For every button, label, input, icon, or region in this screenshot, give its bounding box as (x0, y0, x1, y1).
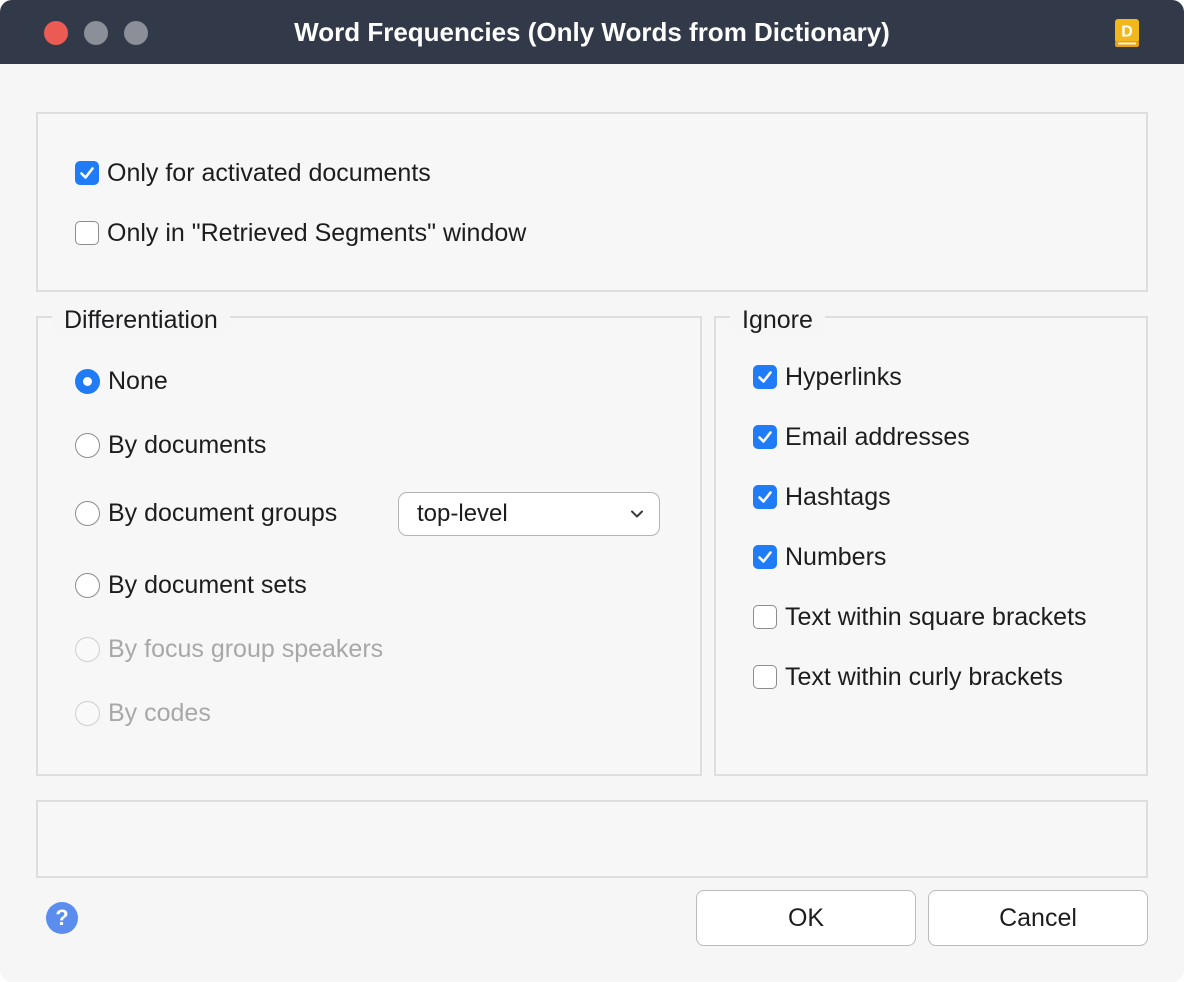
ignore-checkbox-email[interactable] (753, 425, 777, 449)
diff-label-documents: By documents (108, 430, 267, 459)
diff-option-documents[interactable]: By documents (75, 430, 266, 460)
diff-label-none: None (108, 366, 168, 395)
ignore-legend: Ignore (730, 306, 825, 334)
only-retrieved-option[interactable]: Only in "Retrieved Segments" window (75, 218, 526, 248)
ignore-checkbox-curly-brackets[interactable] (753, 665, 777, 689)
diff-radio-codes (75, 700, 100, 726)
dictionary-book-icon: D (1115, 19, 1139, 47)
help-button[interactable]: ? (46, 902, 78, 934)
only-retrieved-checkbox[interactable] (75, 221, 99, 245)
ignore-label-email: Email addresses (785, 422, 970, 451)
ignore-label-hashtags: Hashtags (785, 482, 891, 511)
app-icon-letter: D (1121, 24, 1133, 41)
diff-option-codes: By codes (75, 698, 211, 728)
ignore-option-square-brackets[interactable]: Text within square brackets (753, 602, 1087, 632)
diff-option-focus-group-speakers: By focus group speakers (75, 634, 383, 664)
diff-radio-none[interactable] (75, 368, 100, 394)
ignore-option-hyperlinks[interactable]: Hyperlinks (753, 362, 902, 392)
ok-button[interactable]: OK (696, 890, 916, 946)
diff-radio-focus-group-speakers (75, 636, 100, 662)
ignore-option-email[interactable]: Email addresses (753, 422, 970, 452)
ignore-label-numbers: Numbers (785, 542, 887, 571)
ignore-label-curly-brackets: Text within curly brackets (785, 662, 1063, 691)
diff-label-document-sets: By document sets (108, 570, 307, 599)
ignore-checkbox-hashtags[interactable] (753, 485, 777, 509)
only-activated-label: Only for activated documents (107, 158, 431, 187)
dialog-window: Word Frequencies (Only Words from Dictio… (0, 0, 1184, 982)
diff-option-document-groups[interactable]: By document groups (75, 498, 337, 528)
ignore-option-hashtags[interactable]: Hashtags (753, 482, 891, 512)
title-bar: Word Frequencies (Only Words from Dictio… (0, 0, 1184, 64)
differentiation-legend: Differentiation (52, 306, 230, 334)
ignore-option-numbers[interactable]: Numbers (753, 542, 886, 572)
diff-option-none[interactable]: None (75, 366, 168, 396)
only-activated-checkbox[interactable] (75, 161, 99, 185)
diff-radio-document-sets[interactable] (75, 572, 100, 598)
group-level-value: top-level (417, 500, 508, 527)
message-area (36, 800, 1148, 878)
diff-label-document-groups: By document groups (108, 498, 338, 527)
chevron-down-icon (631, 510, 643, 518)
cancel-button[interactable]: Cancel (928, 890, 1148, 946)
ignore-label-square-brackets: Text within square brackets (785, 602, 1087, 631)
ignore-checkbox-numbers[interactable] (753, 545, 777, 569)
ignore-checkbox-square-brackets[interactable] (753, 605, 777, 629)
ignore-option-curly-brackets[interactable]: Text within curly brackets (753, 662, 1063, 692)
diff-label-focus-group-speakers: By focus group speakers (108, 634, 384, 663)
group-level-select[interactable]: top-level (398, 492, 660, 536)
only-activated-option[interactable]: Only for activated documents (75, 158, 431, 188)
ignore-label-hyperlinks: Hyperlinks (785, 362, 902, 391)
diff-radio-documents[interactable] (75, 432, 100, 458)
only-retrieved-label: Only in "Retrieved Segments" window (107, 218, 527, 247)
ignore-checkbox-hyperlinks[interactable] (753, 365, 777, 389)
diff-radio-document-groups[interactable] (75, 500, 100, 526)
diff-label-codes: By codes (108, 698, 211, 727)
diff-option-document-sets[interactable]: By document sets (75, 570, 307, 600)
scope-panel (36, 112, 1148, 292)
window-title: Word Frequencies (Only Words from Dictio… (294, 17, 890, 47)
